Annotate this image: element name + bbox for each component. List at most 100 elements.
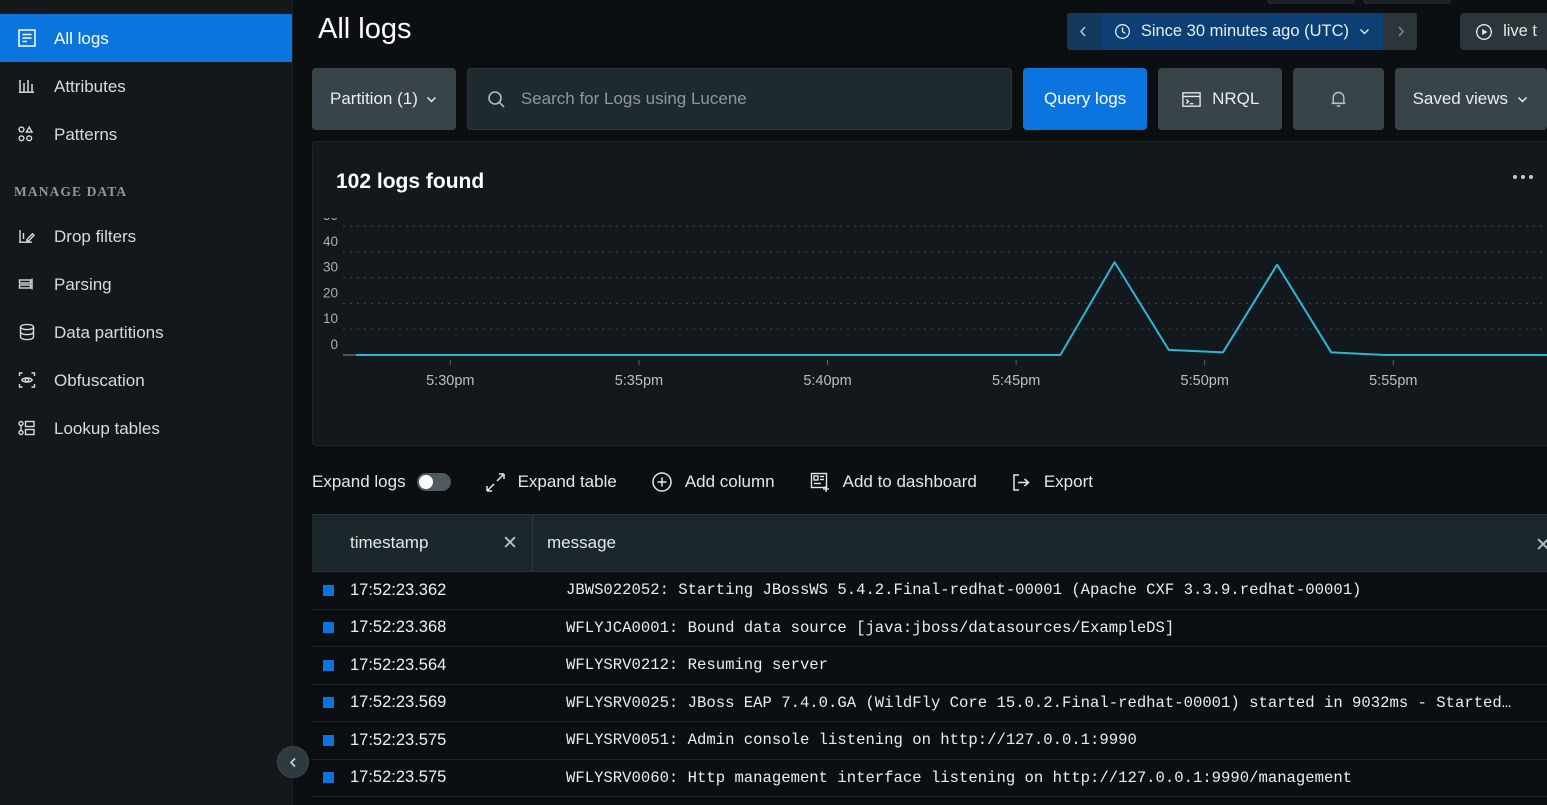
remove-message-column-icon[interactable]: ✕ — [1535, 534, 1547, 557]
search-input[interactable]: Search for Logs using Lucene — [466, 68, 1012, 130]
sidebar-item-label: Parsing — [54, 274, 112, 294]
svg-text:20: 20 — [323, 285, 338, 300]
saved-views-label: Saved views — [1412, 89, 1508, 108]
cell-message: JBWS022052: Starting JBossWS 5.4.2.Final… — [566, 581, 1362, 600]
search-placeholder: Search for Logs using Lucene — [520, 89, 747, 108]
alert-button[interactable] — [1293, 68, 1384, 130]
clock-icon — [1114, 23, 1130, 40]
svg-text:5:30pm: 5:30pm — [426, 373, 474, 389]
logs-app: All logs Attributes Patterns MANAGE DATA… — [0, 0, 1547, 805]
chevron-down-icon — [1359, 28, 1370, 35]
chevron-down-icon — [1517, 96, 1528, 103]
cell-message: WFLYSRV0212: Resuming server — [566, 656, 829, 675]
logs-table: timestamp ✕ message ✕ 17:52:23.362 JBWS02… — [312, 514, 1547, 805]
sidebar-item-patterns[interactable]: Patterns — [0, 110, 292, 158]
sidebar-item-parsing[interactable]: Parsing — [0, 260, 292, 308]
cell-message: WFLYJCA0001: Bound data source [java:jbo… — [566, 618, 1175, 637]
column-header-message[interactable]: message — [533, 515, 1547, 571]
table-row[interactable]: 17:52:23.575 WFLYSRV0051: Admin console l… — [312, 722, 1547, 760]
sidebar: All logs Attributes Patterns MANAGE DATA… — [0, 0, 309, 805]
sidebar-collapse-button[interactable] — [277, 746, 309, 778]
query-logs-label: Query logs — [1044, 89, 1127, 108]
svg-text:50: 50 — [323, 218, 338, 223]
ghost-control-a — [1267, 0, 1355, 4]
svg-text:0: 0 — [330, 337, 338, 352]
time-range-next-button[interactable] — [1383, 13, 1417, 50]
column-header-timestamp[interactable]: timestamp ✕ — [312, 515, 533, 571]
table-actions-toolbar: Expand logs Expand table Add column Add … — [312, 460, 1093, 504]
cell-message: WFLYSRV0051: Admin console listening on … — [566, 731, 1137, 750]
remove-timestamp-column-icon[interactable]: ✕ — [502, 534, 518, 553]
table-row[interactable]: 17:52:23.368 WFLYJCA0001: Bound data sour… — [312, 610, 1547, 647]
sidebar-item-lookup-tables[interactable]: Lookup tables — [0, 404, 292, 452]
sidebar-item-obfuscation[interactable]: Obfuscation — [0, 356, 292, 404]
sidebar-item-label: Data partitions — [54, 322, 164, 342]
log-level-indicator — [323, 659, 334, 671]
cell-timestamp: 17:52:23.564 — [350, 655, 447, 674]
svg-text:5:45pm: 5:45pm — [992, 373, 1040, 389]
chevron-left-icon — [1080, 26, 1086, 37]
sidebar-section-manage-data: MANAGE DATA — [14, 184, 128, 199]
parsing-icon — [14, 271, 40, 297]
shapes-icon — [14, 121, 40, 147]
terminal-icon — [1182, 91, 1201, 107]
table-header-row: timestamp ✕ message ✕ — [312, 514, 1547, 572]
page-title: All logs — [318, 13, 412, 45]
expand-table-label: Expand table — [517, 472, 617, 491]
add-to-dashboard-button[interactable]: Add to dashboard — [808, 470, 977, 494]
sidebar-item-label: Lookup tables — [54, 418, 160, 438]
dashboard-add-icon — [810, 472, 829, 492]
export-icon — [1013, 473, 1030, 491]
sidebar-item-label: Patterns — [54, 124, 118, 144]
export-label: Export — [1043, 472, 1093, 491]
sidebar-item-data-partitions[interactable]: Data partitions — [0, 308, 292, 356]
export-button[interactable]: Export — [1010, 471, 1093, 494]
nrql-label: NRQL — [1212, 89, 1260, 108]
query-logs-button[interactable]: Query logs — [1022, 68, 1148, 130]
sidebar-item-all-logs[interactable]: All logs — [0, 14, 292, 62]
cell-timestamp: 17:52:23.362 — [350, 580, 447, 599]
live-tail-button[interactable]: live t — [1460, 13, 1547, 50]
add-column-button[interactable]: Add column — [650, 470, 775, 494]
time-range-prev-button[interactable] — [1066, 13, 1101, 50]
sidebar-item-label: Attributes — [54, 76, 126, 96]
log-level-indicator — [323, 697, 334, 709]
expand-logs-toggle[interactable]: Expand logs — [312, 472, 451, 492]
table-row[interactable]: 17:52:23.569 WFLYSRV0025: JBoss EAP 7.4.0… — [312, 685, 1547, 722]
lookup-table-icon — [14, 415, 40, 441]
main-content: All logs Since 30 minutes ago (UTC) live… — [293, 0, 1547, 805]
sidebar-item-drop-filters[interactable]: Drop filters — [0, 212, 292, 260]
cell-message: WFLYSRV0025: JBoss EAP 7.4.0.GA (WildFly… — [566, 693, 1512, 712]
chart-svg: 0 10 20 30 40 50 5:30pm 5:35pm 5:40pm 5:45pm 5:50p… — [323, 218, 1547, 389]
chevron-down-icon — [426, 96, 436, 103]
expand-logs-label: Expand logs — [312, 472, 406, 491]
log-level-indicator — [323, 734, 334, 746]
kebab-menu-icon[interactable] — [1513, 175, 1533, 179]
log-level-indicator — [323, 622, 334, 634]
ghost-control-b — [1363, 0, 1451, 4]
saved-views-dropdown[interactable]: Saved views — [1394, 68, 1547, 130]
time-range-picker[interactable]: Since 30 minutes ago (UTC) — [1066, 13, 1417, 50]
column-header-label: timestamp — [350, 533, 429, 552]
table-row[interactable]: 17:52:23.575 WFLYSRV0060: Http management… — [312, 760, 1547, 797]
plus-circle-icon — [652, 472, 672, 492]
expand-table-button[interactable]: Expand table — [484, 471, 617, 494]
time-range-label: Since 30 minutes ago (UTC) — [1140, 22, 1349, 40]
expand-arrows-icon — [485, 472, 505, 492]
cell-message: WFLYSRV0060: Http management interface l… — [566, 768, 1353, 787]
log-level-indicator — [323, 584, 334, 596]
partition-dropdown[interactable]: Partition (1) — [312, 68, 456, 130]
filter-edit-icon — [14, 223, 40, 249]
chevron-left-icon — [289, 757, 296, 767]
sidebar-item-attributes[interactable]: Attributes — [0, 62, 292, 110]
table-row[interactable]: 17:52:23.564 WFLYSRV0212: Resuming server — [312, 647, 1547, 685]
toggle-switch[interactable] — [416, 473, 451, 491]
table-row[interactable]: 17:52:23.362 JBWS022052: Starting JBossWS… — [312, 572, 1547, 610]
query-bar: Partition (1) Search for Logs using Luce… — [312, 68, 1547, 130]
list-document-icon — [14, 25, 40, 51]
eye-frame-icon — [14, 367, 40, 393]
sidebar-item-label: Obfuscation — [54, 370, 145, 390]
chevron-right-icon — [1397, 26, 1404, 37]
time-range-value[interactable]: Since 30 minutes ago (UTC) — [1100, 13, 1383, 50]
nrql-button[interactable]: NRQL — [1158, 68, 1283, 130]
